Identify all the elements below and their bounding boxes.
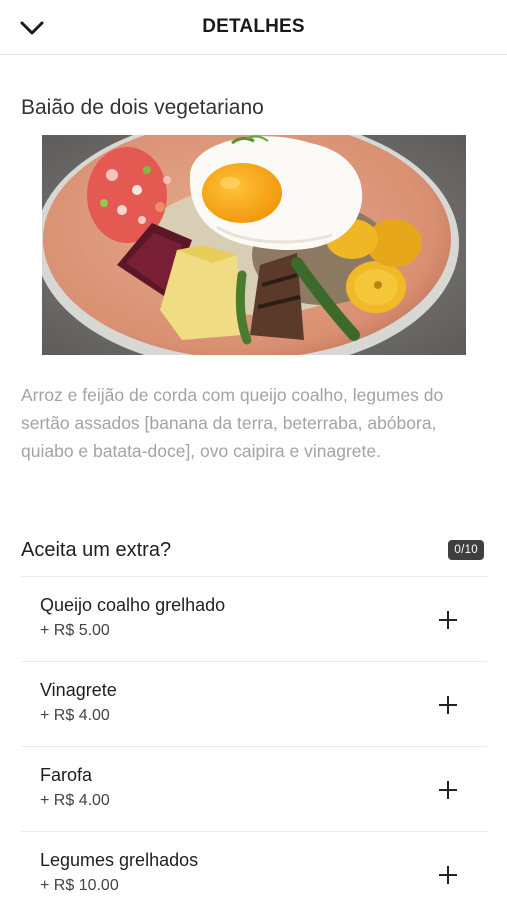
add-extra-button[interactable] <box>433 605 463 635</box>
add-extra-button[interactable] <box>433 775 463 805</box>
plus-icon <box>439 781 457 799</box>
plus-icon <box>439 611 457 629</box>
extra-name: Farofa <box>40 765 93 785</box>
extra-name: Legumes grelhados <box>40 850 199 870</box>
extra-price: + R$ 4.00 <box>40 707 110 724</box>
product-details-screen: DETALHES Baião de dois vegetariano Arroz… <box>0 0 507 900</box>
extra-name: Queijo coalho grelhado <box>40 595 226 615</box>
extra-price: + R$ 5.00 <box>40 622 110 639</box>
product-name: Baião de dois vegetariano <box>21 96 264 119</box>
product-photo <box>42 135 466 355</box>
extra-price: + R$ 10.00 <box>40 877 119 894</box>
extras-section-header: Aceita um extra? 0/10 <box>0 530 507 575</box>
add-extra-button[interactable] <box>433 690 463 720</box>
extra-name: Vinagrete <box>40 680 117 700</box>
plus-icon <box>439 696 457 714</box>
plus-icon <box>439 866 457 884</box>
page-title: DETALHES <box>202 16 305 37</box>
extras-counter-badge: 0/10 <box>448 540 484 560</box>
product-description: Arroz e feijão de corda com queijo coalh… <box>21 385 444 461</box>
extra-item-farofa: Farofa + R$ 4.00 <box>21 746 487 831</box>
extras-title: Aceita um extra? <box>21 539 172 561</box>
extra-item-legumes-grelhados: Legumes grelhados + R$ 10.00 <box>21 831 487 900</box>
extra-price: + R$ 4.00 <box>40 792 110 809</box>
add-extra-button[interactable] <box>433 860 463 890</box>
extra-item-vinagrete: Vinagrete + R$ 4.00 <box>21 661 487 746</box>
extras-list: Queijo coalho grelhado + R$ 5.00 Vinagre… <box>21 576 487 900</box>
extra-item-queijo-coalho-grelhado: Queijo coalho grelhado + R$ 5.00 <box>21 576 487 661</box>
top-bar: DETALHES <box>0 0 507 55</box>
